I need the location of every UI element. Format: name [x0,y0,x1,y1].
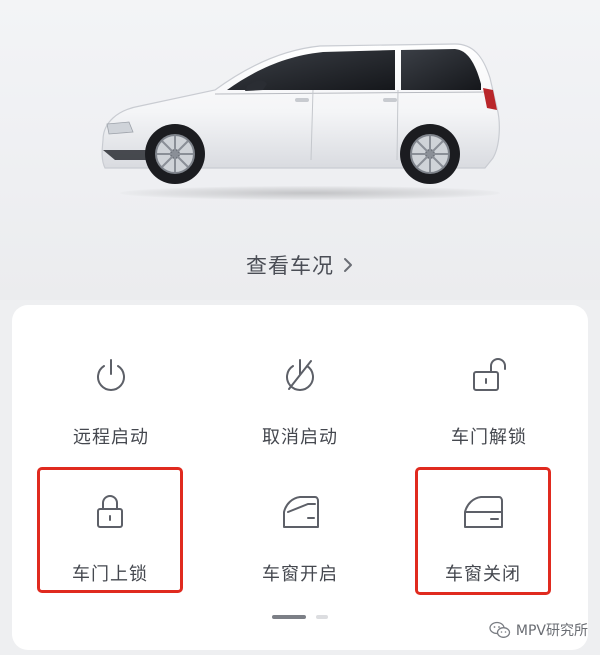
window-open-button[interactable]: 车窗开启 [210,470,390,600]
control-grid: 远程启动 取消启动 车门解锁 车门上锁 车窗开启 车窗关闭 [12,305,588,605]
lock-icon [88,490,132,534]
window-close-icon [461,490,505,534]
watermark: MPV研究所 [489,618,588,642]
window-open-label: 车窗开启 [262,564,338,585]
cancel-start-label: 取消启动 [262,427,338,448]
door-unlock-label: 车门解锁 [451,427,527,448]
page-dot[interactable] [316,615,328,619]
page-dot-active[interactable] [272,615,306,619]
remote-controls-panel: 远程启动 取消启动 车门解锁 车门上锁 车窗开启 车窗关闭 [12,305,588,650]
door-lock-label: 车门上锁 [72,564,148,585]
window-close-button[interactable]: 车窗关闭 [415,467,551,595]
window-open-icon [278,490,322,534]
chevron-right-icon [344,258,352,272]
cancel-start-button[interactable]: 取消启动 [210,325,390,455]
remote-start-button[interactable]: 远程启动 [21,325,201,455]
window-close-label: 车窗关闭 [445,564,521,585]
vehicle-status-label: 查看车况 [246,254,334,278]
wechat-icon [489,621,511,638]
power-off-icon [278,353,322,397]
vehicle-status-link[interactable]: 查看车况 [0,248,600,282]
door-lock-button[interactable]: 车门上锁 [37,467,183,593]
remote-start-label: 远程启动 [73,427,149,448]
watermark-text: MPV研究所 [515,623,588,639]
remote-control-screen: 查看车况 远程启动 取消启动 车门解锁 车门上锁 车窗开启 车窗关闭 MPV研究… [0,0,600,655]
door-unlock-button[interactable]: 车门解锁 [399,325,579,455]
vehicle-image [101,43,500,184]
power-icon [89,353,133,397]
unlock-icon [467,353,511,397]
